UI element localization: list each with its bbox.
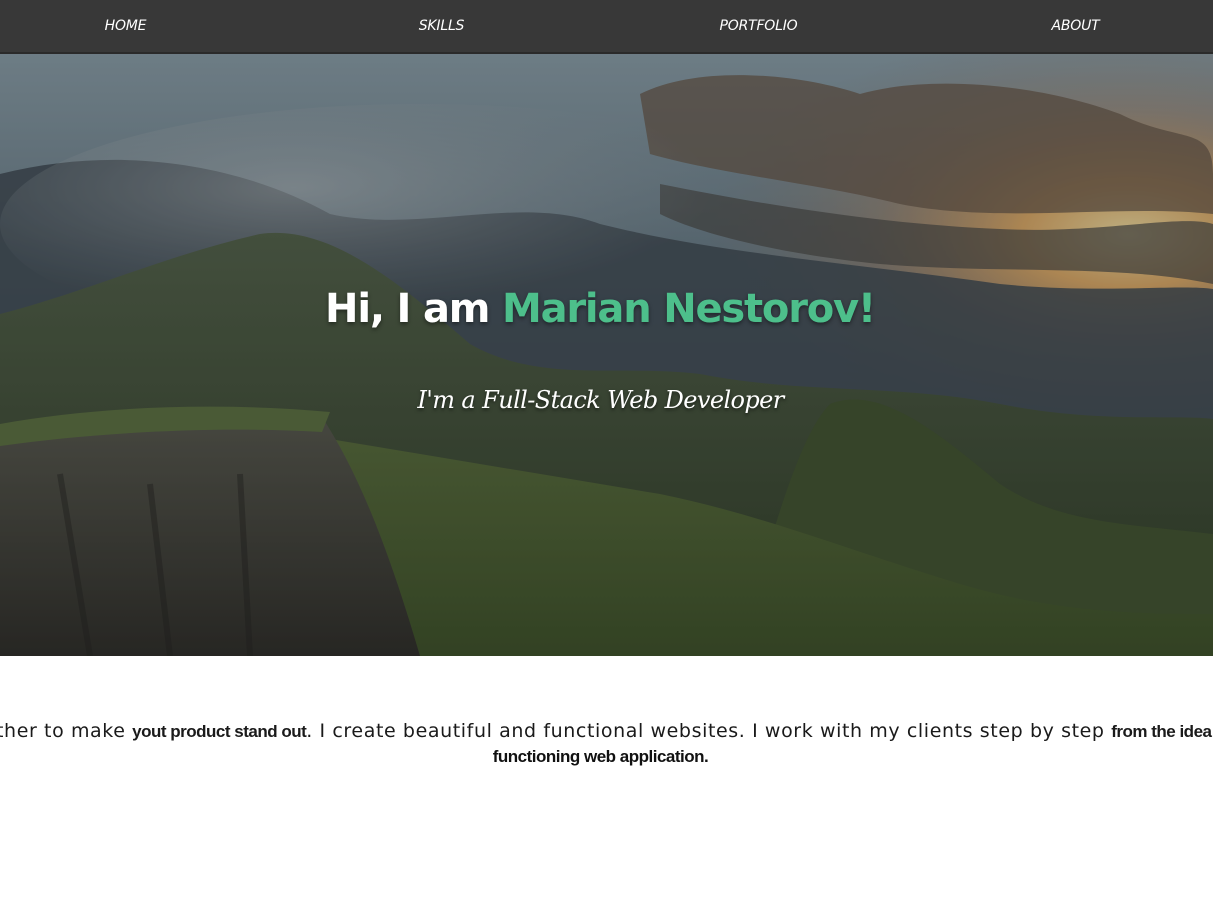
hero-heading: Hi, I am Marian Nestorov! [0,286,1200,332]
hero-name: Marian Nestorov! [501,286,876,332]
nav-portfolio-link[interactable]: PORTFOLIO [607,0,910,52]
nav-home-link[interactable]: HOME [0,0,277,52]
intro-strong-idea: from the idea sta [1111,722,1213,741]
intro-section: ther to make yout product stand out. I c… [0,716,1213,786]
hero-greeting: Hi, I am [325,286,502,332]
nav-skills-link[interactable]: SKILLS [290,0,593,52]
hero-section: Hi, I am Marian Nestorov! I'm a Full-Sta… [0,54,1213,656]
hero-subtitle: I'm a Full-Stack Web Developer [417,386,784,414]
hero-dark-overlay [0,54,1213,656]
nav-about-link[interactable]: ABOUT [924,0,1213,52]
top-navbar: HOME SKILLS PORTFOLIO ABOUT [0,0,1213,54]
intro-strong-application: functioning web application. [492,747,709,766]
intro-text-part2: . I create beautiful and functional webs… [306,720,1112,742]
intro-strong-product: yout product stand out [132,722,307,741]
intro-text-line: ther to make yout product stand out. I c… [0,716,1213,747]
intro-text-part1: ther to make [0,720,133,742]
